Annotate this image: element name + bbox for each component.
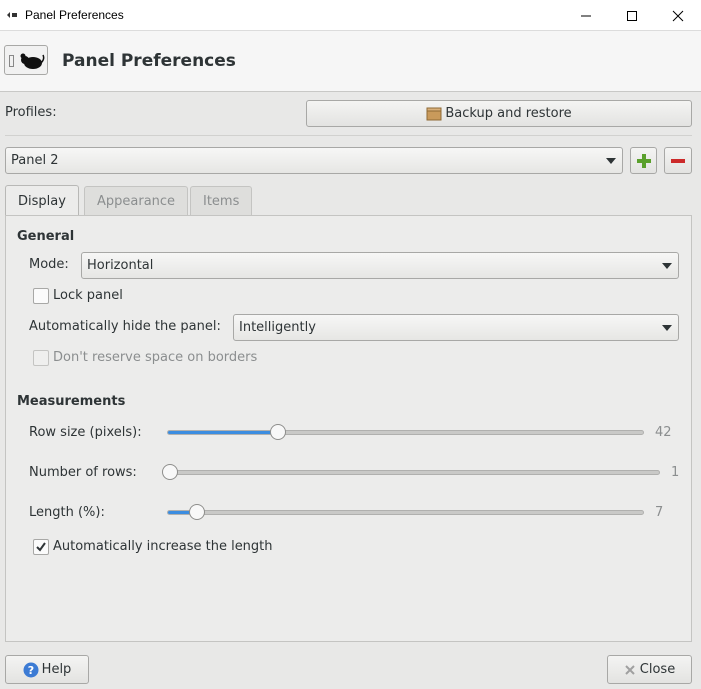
box-icon [426, 107, 442, 120]
tab-display-label: Display [18, 193, 66, 209]
checkmark-icon [36, 542, 46, 552]
autohide-value: Intelligently [239, 320, 316, 335]
auto-length-label: Automatically increase the length [53, 539, 273, 554]
close-label: Close [639, 662, 676, 677]
length-slider-handle[interactable] [189, 504, 205, 520]
tab-items-label: Items [203, 193, 240, 209]
header-title: Panel Preferences [62, 51, 236, 71]
x-icon [625, 664, 635, 675]
dialog-header: Panel Preferences [0, 31, 701, 92]
tab-appearance[interactable]: Appearance [84, 186, 189, 215]
lock-panel-checkbox[interactable] [33, 288, 49, 304]
mode-select[interactable]: Horizontal [81, 252, 679, 279]
minimize-icon [581, 15, 591, 16]
window-title: Panel Preferences [25, 8, 124, 22]
close-window-button[interactable] [655, 0, 701, 31]
measurements-heading: Measurements [17, 394, 126, 409]
tab-appearance-label: Appearance [97, 193, 176, 209]
row-size-slider-handle[interactable] [270, 424, 286, 440]
backup-restore-button[interactable]: Backup and restore [306, 100, 692, 127]
row-size-slider[interactable] [167, 430, 644, 435]
separator [5, 135, 692, 136]
mode-label: Mode: [29, 257, 69, 272]
length-label: Length (%): [29, 505, 105, 520]
rows-value: 1 [671, 465, 680, 480]
mouse-app-icon [7, 12, 17, 18]
tab-items[interactable]: Items [190, 186, 253, 215]
plus-icon [636, 153, 651, 168]
autohide-label: Automatically hide the panel: [29, 319, 221, 334]
row-size-value: 42 [655, 425, 672, 440]
chevron-down-icon [662, 325, 672, 331]
reserve-space-label: Don't reserve space on borders [53, 350, 258, 365]
help-label: Help [41, 662, 72, 677]
panel-select-value: Panel 2 [11, 153, 59, 168]
minimize-button[interactable] [563, 0, 609, 31]
mouse-logo-icon [20, 53, 45, 69]
svg-text:?: ? [27, 664, 33, 677]
length-slider[interactable] [167, 510, 644, 515]
rows-slider[interactable] [167, 470, 660, 475]
reserve-space-checkbox[interactable] [33, 350, 49, 366]
length-value: 7 [655, 505, 664, 520]
question-icon: ? [23, 662, 39, 677]
add-panel-button[interactable] [630, 147, 657, 174]
profiles-label: Profiles: [5, 105, 57, 120]
display-tab-panel: General Mode: Horizontal Lock panel Auto… [5, 215, 692, 642]
close-button[interactable]: Close [607, 655, 692, 684]
rows-label: Number of rows: [29, 465, 137, 480]
title-bar: Panel Preferences [0, 0, 701, 31]
general-heading: General [17, 229, 75, 244]
lock-panel-label: Lock panel [53, 288, 123, 303]
maximize-icon [627, 10, 637, 21]
auto-length-checkbox[interactable] [33, 539, 49, 555]
minus-icon [671, 158, 685, 163]
chevron-down-icon [662, 263, 672, 269]
autohide-select[interactable]: Intelligently [233, 314, 679, 341]
rows-slider-handle[interactable] [162, 464, 178, 480]
close-icon [672, 10, 684, 21]
remove-panel-button[interactable] [664, 147, 692, 174]
maximize-button[interactable] [609, 0, 655, 31]
backup-restore-label: Backup and restore [445, 106, 572, 121]
row-size-slider-fill [168, 431, 279, 434]
mode-value: Horizontal [87, 258, 154, 273]
panel-select[interactable]: Panel 2 [5, 147, 623, 174]
panel-logo [4, 45, 48, 75]
row-size-label: Row size (pixels): [29, 425, 142, 440]
tab-display[interactable]: Display [5, 185, 79, 216]
chevron-down-icon [606, 158, 616, 164]
help-button[interactable]: ? Help [5, 655, 89, 684]
